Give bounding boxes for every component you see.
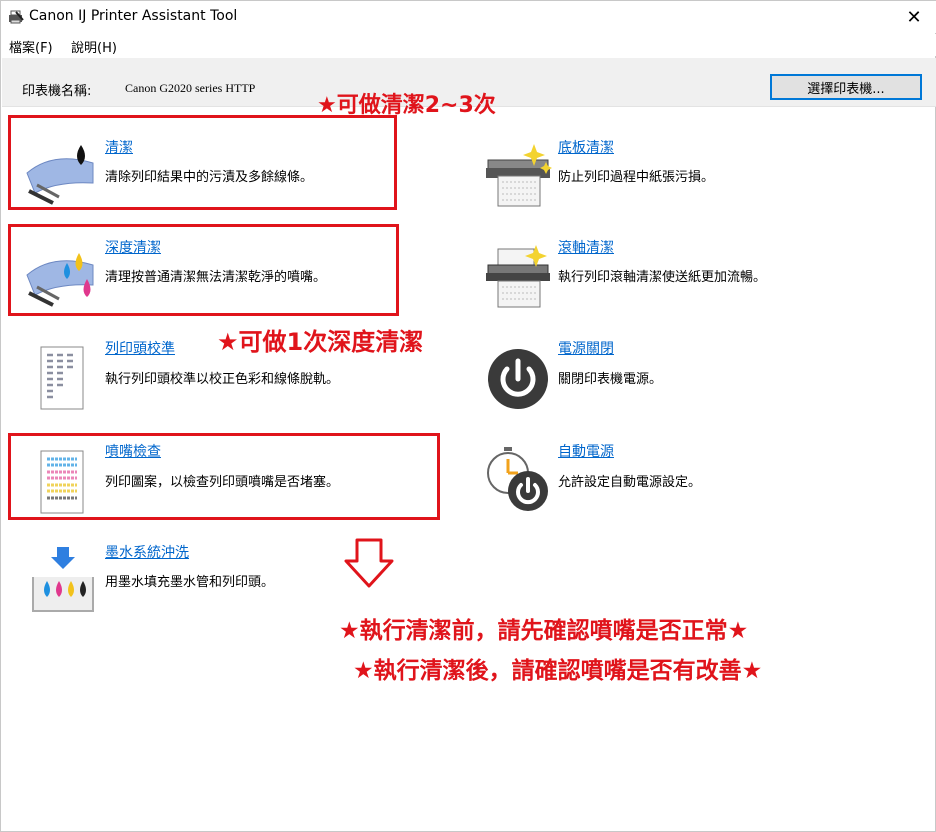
power-off-icon xyxy=(488,349,548,409)
printer-name-value: Canon G2020 series HTTP xyxy=(125,81,256,95)
printer-tool-icon xyxy=(9,10,24,24)
annotation-deep-clean-times: ★可做1次深度清潔 xyxy=(217,328,424,356)
app-window: Canon IJ Printer Assistant Tool ✕ 檔案(F) … xyxy=(0,0,936,832)
ink-flush-link[interactable]: 墨水系統沖洗 xyxy=(105,542,189,562)
menu-help[interactable]: 說明(H) xyxy=(71,37,117,56)
printer-name-label: 印表機名稱: xyxy=(22,84,92,99)
print-head-alignment-link[interactable]: 列印頭校準 xyxy=(105,338,175,358)
auto-power-desc: 允許設定自動電源設定。 xyxy=(558,475,702,490)
annotation-clean-times: ★可做清潔2~3次 xyxy=(317,93,496,118)
roller-cleaning-desc: 執行列印滾軸清潔使送紙更加流暢。 xyxy=(558,270,767,285)
annotation-after-clean: ★執行清潔後，請確認噴嘴是否有改善★ xyxy=(353,658,763,684)
close-button[interactable]: ✕ xyxy=(891,1,936,33)
print-head-alignment-icon xyxy=(40,346,84,410)
power-off-link[interactable]: 電源關閉 xyxy=(558,338,614,358)
window-title: Canon IJ Printer Assistant Tool xyxy=(29,8,238,24)
roller-cleaning-link[interactable]: 滾軸清潔 xyxy=(558,237,614,257)
print-head-alignment-desc: 執行列印頭校準以校正色彩和線條脫軌。 xyxy=(105,372,340,387)
title-bar: Canon IJ Printer Assistant Tool ✕ xyxy=(1,1,936,33)
bottom-plate-cleaning-desc: 防止列印過程中紙張污損。 xyxy=(558,170,715,185)
ink-flush-icon xyxy=(32,547,94,612)
down-arrow-icon xyxy=(344,538,394,588)
bottom-plate-cleaning-link[interactable]: 底板清潔 xyxy=(558,137,614,157)
close-icon: ✕ xyxy=(906,6,922,28)
ink-flush-desc: 用墨水填充墨水管和列印頭。 xyxy=(105,575,275,590)
auto-power-icon xyxy=(487,447,548,511)
menu-file[interactable]: 檔案(F) xyxy=(9,37,53,56)
menu-bar: 檔案(F) 說明(H) xyxy=(1,34,936,56)
annotation-before-clean: ★執行清潔前，請先確認噴嘴是否正常★ xyxy=(339,618,749,644)
nozzle-check-highlight-box xyxy=(8,433,440,520)
roller-cleaning-icon xyxy=(486,245,550,308)
auto-power-link[interactable]: 自動電源 xyxy=(558,441,614,461)
bottom-plate-cleaning-icon xyxy=(486,144,552,207)
power-off-desc: 關閉印表機電源。 xyxy=(558,372,663,387)
select-printer-button[interactable]: 選擇印表機... xyxy=(770,74,922,100)
cleaning-highlight-box xyxy=(8,115,397,210)
deep-cleaning-highlight-box xyxy=(8,224,399,316)
